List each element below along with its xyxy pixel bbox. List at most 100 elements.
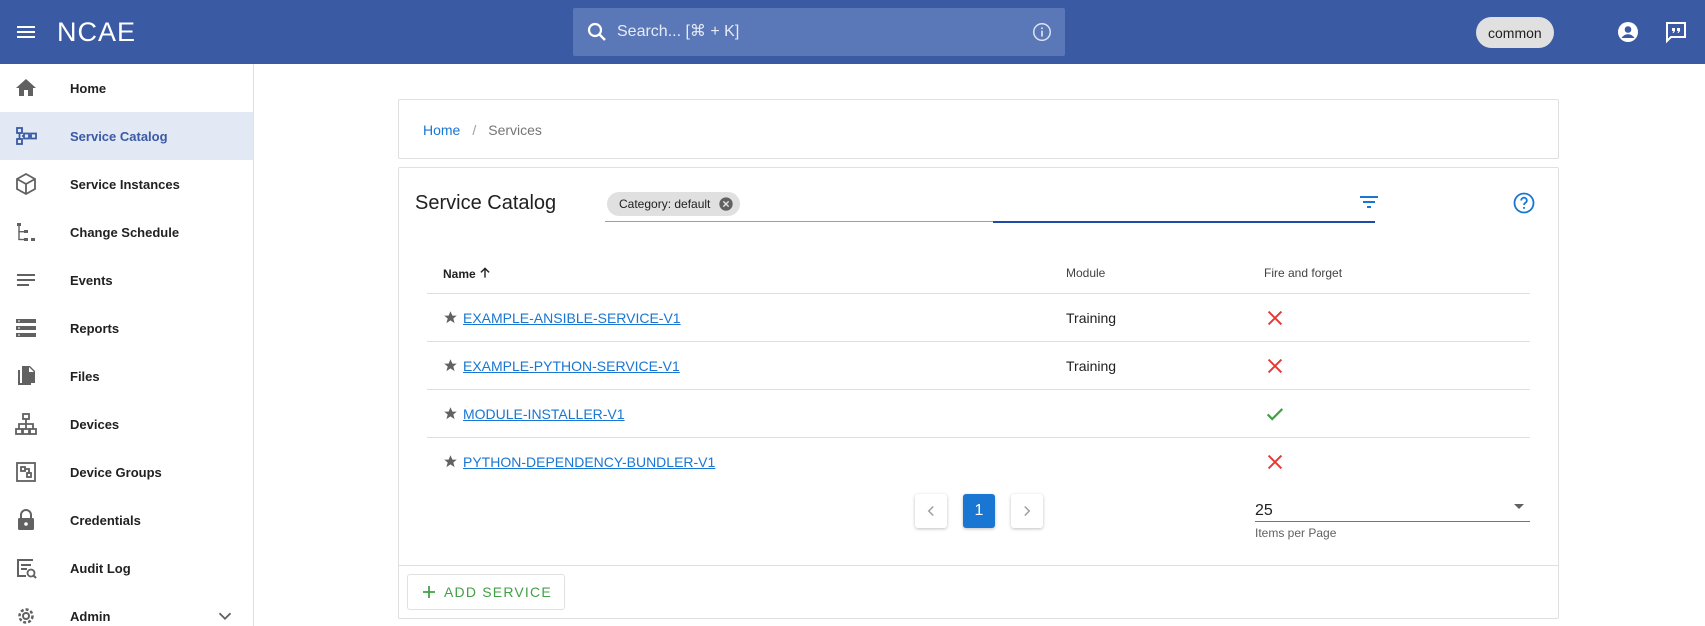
chevron-left-icon (927, 505, 934, 517)
home-icon (16, 79, 36, 96)
reports-icon (16, 319, 36, 337)
service-name-link[interactable]: EXAMPLE-PYTHON-SERVICE-V1 (463, 358, 680, 374)
sort-ascending-icon[interactable] (478, 266, 492, 280)
sidebar-item-service-catalog[interactable]: Service Catalog (0, 112, 253, 160)
sidebar-item-label: Devices (70, 416, 120, 432)
sidebar-item-label: Reports (70, 320, 120, 336)
table-row: PYTHON-DEPENDENCY-BUNDLER-V1 (427, 438, 1530, 486)
chevron-down-icon[interactable] (214, 605, 236, 626)
search-bar[interactable] (573, 8, 1065, 56)
sidebar-item-label: Service Instances (70, 176, 180, 192)
breadcrumb-home-link[interactable]: Home (423, 122, 460, 138)
sidebar-item-change-schedule[interactable]: Change Schedule (0, 208, 253, 256)
menu-icon[interactable] (14, 20, 38, 44)
column-header-module[interactable]: Module (1066, 266, 1105, 280)
sidebar-item-label: Files (70, 368, 100, 384)
check-icon (1266, 408, 1284, 421)
breadcrumb: Home / Services (423, 122, 542, 138)
column-header-name[interactable]: Name (443, 266, 492, 281)
filter-input[interactable]: Category: default (605, 188, 1375, 223)
feedback-icon[interactable] (1664, 20, 1688, 44)
audit-log-icon (17, 559, 37, 579)
sidebar-item-label: Home (70, 80, 107, 96)
search-icon (587, 22, 606, 41)
table-header: Name Module Fire and forget (427, 250, 1530, 294)
device-groups-icon (16, 462, 36, 482)
context-chip[interactable]: common (1476, 17, 1554, 48)
add-service-label: ADD SERVICE (444, 584, 552, 600)
sidebar-item-service-instances[interactable]: Service Instances (0, 160, 253, 208)
add-service-button[interactable]: ADD SERVICE (407, 574, 565, 610)
devices-icon (15, 413, 37, 435)
cross-icon (1267, 454, 1283, 470)
sidebar-item-admin[interactable]: Admin (0, 592, 253, 626)
next-page-button[interactable] (1011, 494, 1043, 528)
service-name-link[interactable]: EXAMPLE-ANSIBLE-SERVICE-V1 (463, 310, 681, 326)
cross-icon (1267, 358, 1283, 374)
lines-icon (17, 274, 35, 286)
sidebar-item-label: Device Groups (70, 464, 162, 480)
service-catalog-icon (16, 127, 37, 145)
module-value: Training (1066, 310, 1117, 326)
page-title: Service Catalog (415, 192, 557, 214)
search-input[interactable] (617, 23, 1031, 41)
info-icon[interactable] (1031, 21, 1053, 43)
sidebar-item-files[interactable]: Files (0, 352, 253, 400)
sidebar-item-events[interactable]: Events (0, 256, 253, 304)
items-per-page: 25 Items per Page (1255, 494, 1530, 540)
sidebar: Home Service Catalog Service Instances C… (0, 64, 254, 626)
star-icon[interactable] (443, 406, 458, 421)
breadcrumb-separator: / (472, 122, 477, 138)
sidebar-item-label: Admin (70, 608, 111, 624)
page-number-button[interactable]: 1 (963, 494, 995, 528)
star-icon[interactable] (443, 454, 458, 469)
services-table: Name Module Fire and forget EXAMPLE-ANSI… (427, 250, 1530, 486)
items-per-page-label: Items per Page (1255, 526, 1337, 540)
column-header-fire-and-forget[interactable]: Fire and forget (1264, 266, 1342, 280)
module-value: Training (1066, 358, 1117, 374)
account-icon[interactable] (1616, 20, 1640, 44)
chip-remove-icon[interactable] (718, 196, 734, 212)
sidebar-item-home[interactable]: Home (0, 64, 253, 112)
sidebar-item-reports[interactable]: Reports (0, 304, 253, 352)
service-name-link[interactable]: MODULE-INSTALLER-V1 (463, 406, 625, 422)
gear-icon (18, 608, 34, 624)
filter-chip-label: Category: default (619, 197, 711, 211)
schedule-tree-icon (17, 223, 35, 241)
files-icon (18, 366, 35, 385)
lock-icon (18, 509, 34, 530)
service-catalog-card: Service Catalog Category: default Name M… (398, 167, 1559, 619)
items-per-page-select[interactable]: 25 (1255, 494, 1530, 522)
breadcrumb-current: Services (488, 122, 542, 138)
filter-chip[interactable]: Category: default (607, 192, 741, 216)
sidebar-item-device-groups[interactable]: Device Groups (0, 448, 253, 496)
table-row: MODULE-INSTALLER-V1 (427, 390, 1530, 438)
cross-icon (1267, 310, 1283, 326)
sidebar-item-label: Change Schedule (70, 224, 180, 240)
filter-focus-underline (993, 221, 1375, 223)
table-row: EXAMPLE-ANSIBLE-SERVICE-V1 Training (427, 294, 1530, 342)
card-footer: ADD SERVICE (399, 565, 1558, 619)
sidebar-item-credentials[interactable]: Credentials (0, 496, 253, 544)
plus-icon (423, 586, 435, 598)
filter-icon[interactable] (1357, 190, 1381, 214)
sidebar-item-label: Credentials (70, 512, 141, 528)
prev-page-button[interactable] (915, 494, 947, 528)
cube-icon (16, 172, 36, 196)
service-name-link[interactable]: PYTHON-DEPENDENCY-BUNDLER-V1 (463, 454, 715, 470)
app-logo[interactable]: NCAE (57, 17, 136, 47)
sidebar-item-label: Audit Log (70, 560, 131, 576)
items-per-page-value: 25 (1255, 502, 1273, 519)
breadcrumb-card: Home / Services (398, 99, 1559, 159)
sidebar-item-devices[interactable]: Devices (0, 400, 253, 448)
chevron-right-icon (1024, 505, 1031, 517)
star-icon[interactable] (443, 310, 458, 325)
pagination: 1 (915, 494, 1043, 528)
sidebar-item-audit-log[interactable]: Audit Log (0, 544, 253, 592)
sidebar-item-label: Events (70, 272, 113, 288)
sidebar-item-label: Service Catalog (70, 128, 168, 144)
star-icon[interactable] (443, 358, 458, 373)
top-app-bar: NCAE common (0, 0, 1705, 64)
help-icon[interactable] (1512, 191, 1536, 215)
table-row: EXAMPLE-PYTHON-SERVICE-V1 Training (427, 342, 1530, 390)
